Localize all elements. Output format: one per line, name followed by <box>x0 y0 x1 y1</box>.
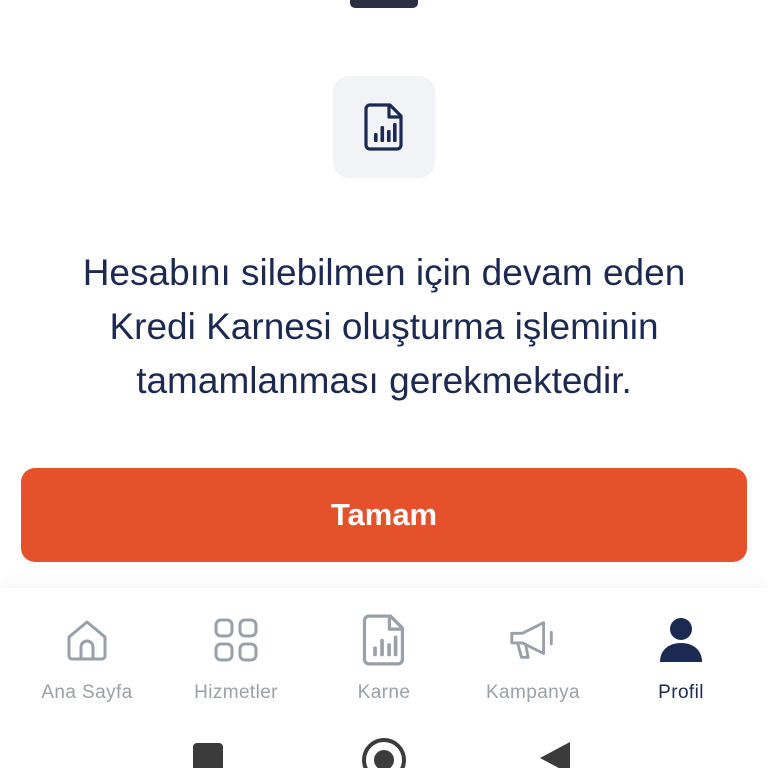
tab-report[interactable]: Karne <box>309 614 459 710</box>
megaphone-icon <box>507 614 559 666</box>
drag-handle[interactable] <box>350 0 418 8</box>
report-document-icon <box>364 103 403 151</box>
home-icon <box>61 614 113 666</box>
tab-campaign[interactable]: Kampanya <box>458 614 608 710</box>
message-line: tamamlanması gerekmektedir. <box>136 360 632 401</box>
recent-apps-icon[interactable] <box>193 743 223 768</box>
dialog-message: Hesabını silebilmen için devam eden Kred… <box>20 246 748 408</box>
bottom-tab-bar: Ana Sayfa Hizmetler Karne Kampanya Profi… <box>0 588 768 718</box>
bottom-area: Ana Sayfa Hizmetler Karne Kampanya Profi… <box>0 588 768 768</box>
message-line: Hesabını silebilmen için devam eden <box>82 252 686 293</box>
tab-label: Kampanya <box>485 682 581 703</box>
tab-label: Hizmetler <box>194 682 278 703</box>
report-icon <box>358 614 410 666</box>
tab-label: Profil <box>658 682 704 703</box>
tab-label: Ana Sayfa <box>41 682 133 703</box>
dialog-sheet: Hesabını silebilmen için devam eden Kred… <box>0 0 768 588</box>
home-button-icon[interactable] <box>362 738 406 768</box>
message-line: Kredi Karnesi oluşturma işleminin <box>109 306 659 347</box>
profile-icon <box>655 614 707 666</box>
tab-label: Karne <box>357 682 411 703</box>
tab-profile[interactable]: Profil <box>606 614 756 710</box>
system-navigation-bar <box>0 738 768 768</box>
tab-home[interactable]: Ana Sayfa <box>12 614 162 710</box>
report-icon-tile <box>333 76 435 178</box>
back-icon[interactable] <box>540 742 570 768</box>
ok-button[interactable]: Tamam <box>21 468 747 562</box>
grid-icon <box>210 614 262 666</box>
tab-services[interactable]: Hizmetler <box>161 614 311 710</box>
